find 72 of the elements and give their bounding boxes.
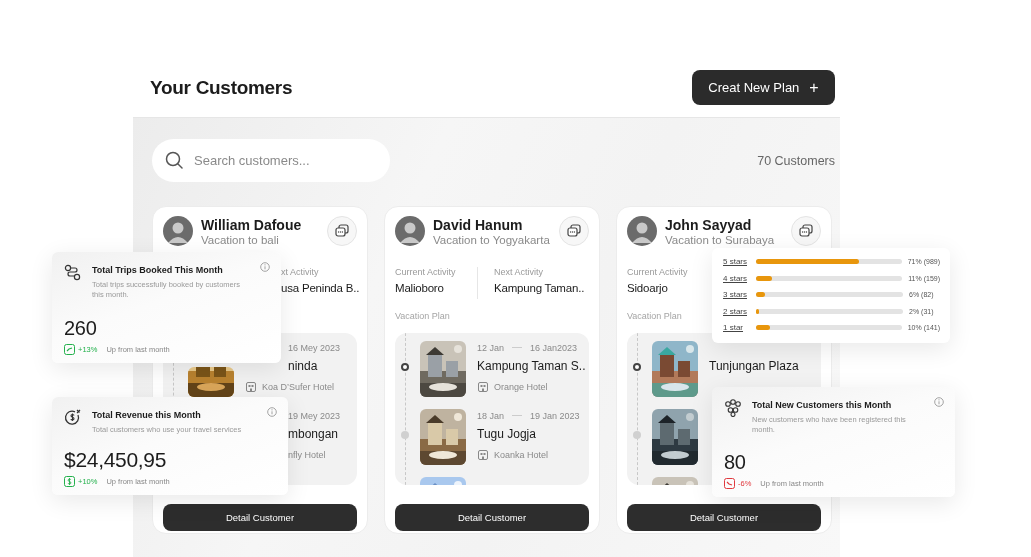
timeline-dot <box>633 431 641 439</box>
activity-label: xt Activity <box>281 267 320 277</box>
place-name: Kampung Taman S.. <box>477 359 586 374</box>
trip-date: 19 Jan 2023 <box>530 410 580 421</box>
dollar-coin-icon <box>64 409 82 427</box>
activity-label: Current Activity <box>627 267 689 277</box>
rating-link[interactable]: 5 stars <box>723 257 756 266</box>
hotel-name: Koanka Hotel <box>494 450 549 461</box>
rating-link[interactable]: 4 stars <box>723 273 756 283</box>
search-field[interactable]: Search customers... <box>152 139 390 182</box>
trip-date: 18 Jan <box>477 410 505 421</box>
chat-icon <box>799 224 813 238</box>
info-icon <box>934 397 944 407</box>
stat-value: 260 <box>64 317 98 340</box>
activity-label: Next Activity <box>494 267 544 277</box>
chat-icon <box>567 224 581 238</box>
customer-name: David Hanum <box>433 216 524 233</box>
rating-link[interactable]: 3 stars <box>723 290 756 299</box>
activity-label: Current Activity <box>395 267 457 277</box>
people-icon <box>724 399 742 417</box>
activity-value: usa Peninda B.. <box>281 282 360 294</box>
trip-destination: Vacation to Yogyakarta <box>433 233 551 246</box>
trip-date: 19 Mey 2023 <box>288 410 341 421</box>
page-title: Your Customers <box>150 76 293 99</box>
customer-name: John Sayyad <box>665 216 753 233</box>
trip-destination: Vacation to Surabaya <box>665 233 776 246</box>
timeline-dot <box>633 363 641 371</box>
place-name: ninda <box>288 359 318 374</box>
hotel-name: Koa D’Sufer Hotel <box>262 382 335 393</box>
stat-title: Total Trips Booked This Month <box>92 265 224 275</box>
stat-title: Total New Customers this Month <box>752 400 893 410</box>
chat-button[interactable] <box>327 216 357 246</box>
section-label: Vacation Plan <box>395 311 450 323</box>
detail-customer-button[interactable]: Detail Customer <box>163 504 357 531</box>
info-icon <box>267 407 277 417</box>
chat-button[interactable] <box>791 216 821 246</box>
timeline-dot <box>401 431 409 439</box>
trip-date: 12 Jan <box>477 342 505 353</box>
section-label: Vacation Plan <box>627 311 682 323</box>
activity-value: Kampung Taman.. <box>494 282 585 294</box>
activity-value: Sidoarjo <box>627 282 669 294</box>
hotel-icon <box>245 381 257 394</box>
chat-icon <box>335 224 349 238</box>
hotel-icon <box>477 449 489 462</box>
hotel-icon <box>477 381 489 394</box>
chat-button[interactable] <box>559 216 589 246</box>
customer-name: William Dafoue <box>201 216 303 233</box>
rating-link[interactable]: 1 star <box>723 323 756 332</box>
avatar <box>395 216 425 246</box>
place-name: mbongan <box>288 427 339 442</box>
route-icon <box>64 264 82 282</box>
avatar <box>627 216 657 246</box>
trip-date: 16 Mey 2023 <box>288 342 341 353</box>
info-icon <box>260 262 270 272</box>
detail-customer-button[interactable]: Detail Customer <box>627 504 821 531</box>
search-icon <box>165 151 183 169</box>
create-plan-button[interactable]: Creat New Plan + <box>692 70 835 105</box>
timeline-dot <box>401 363 409 371</box>
stat-title: Total Revenue this Month <box>92 410 202 420</box>
hotel-name: Orange Hotel <box>494 382 548 393</box>
place-name: Tugu Jogja <box>477 427 536 442</box>
rating-link[interactable]: 2 stars <box>723 306 756 316</box>
activity-value: Malioboro <box>395 282 445 294</box>
avatar <box>163 216 193 246</box>
trip-destination: Vacation to bali <box>201 233 280 246</box>
detail-customer-button[interactable]: Detail Customer <box>395 504 589 531</box>
customer-count: 70 Customers <box>757 153 835 168</box>
stat-value: $24,450,95 <box>64 448 168 472</box>
hotel-name: nfly Hotel <box>288 450 326 461</box>
place-name: Tunjungan Plaza <box>709 359 799 374</box>
trip-date: 16 Jan2023 <box>530 342 578 353</box>
stat-value: 80 <box>724 451 747 474</box>
